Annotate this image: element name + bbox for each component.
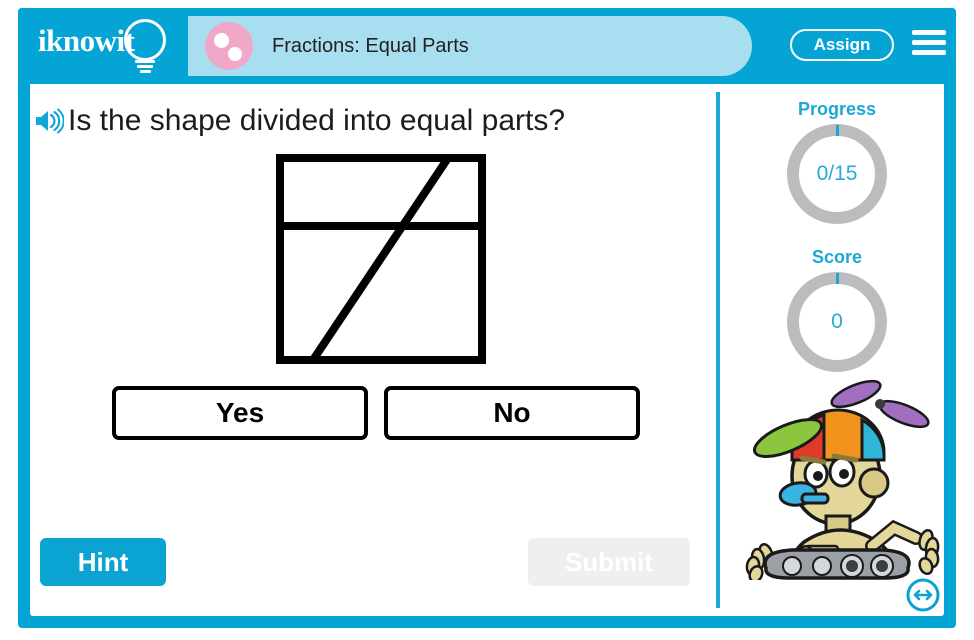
- brand-logo-text: iknowit: [38, 23, 135, 58]
- score-meter: Score 0: [730, 246, 944, 372]
- progress-ring: 0/15: [787, 124, 887, 224]
- two-dots-circle-icon: [205, 22, 253, 70]
- speaker-audio-icon[interactable]: [34, 108, 65, 134]
- content-area: Is the shape divided into equal parts? Y…: [30, 84, 944, 616]
- question-text: Is the shape divided into equal parts?: [68, 104, 566, 137]
- submit-button[interactable]: Submit: [528, 538, 690, 586]
- resize-horizontal-icon[interactable]: [906, 578, 940, 612]
- robot-mascot-icon: [744, 376, 940, 584]
- lesson-title: Fractions: Equal Parts: [272, 35, 469, 57]
- progress-value: 0/15: [816, 162, 858, 185]
- content-sidebar-divider: [716, 92, 720, 608]
- hint-button[interactable]: Hint: [40, 538, 166, 586]
- progress-label: Progress: [797, 99, 877, 119]
- app-root: iknowit Fractions: Equal Parts Assign Is…: [0, 0, 974, 640]
- lesson-title-pill: Fractions: Equal Parts: [188, 16, 752, 76]
- answer-no[interactable]: No: [384, 386, 640, 440]
- progress-meter: Progress 0/15: [730, 98, 944, 224]
- score-value: 0: [831, 310, 843, 333]
- answer-yes[interactable]: Yes: [112, 386, 368, 440]
- lightbulb-icon: [124, 19, 166, 61]
- status-sidebar: Progress 0/15 Score 0: [730, 84, 944, 616]
- brand-logo[interactable]: iknowit: [32, 16, 182, 73]
- question-row: Is the shape divided into equal parts?: [30, 98, 700, 144]
- lightbulb-base-icon: [135, 60, 155, 73]
- hamburger-menu-icon[interactable]: [912, 30, 946, 56]
- score-label: Score: [811, 247, 863, 267]
- app-header: iknowit Fractions: Equal Parts Assign: [18, 8, 956, 76]
- shape-figure: [276, 154, 486, 364]
- assign-button[interactable]: Assign: [790, 29, 894, 61]
- score-ring: 0: [787, 272, 887, 372]
